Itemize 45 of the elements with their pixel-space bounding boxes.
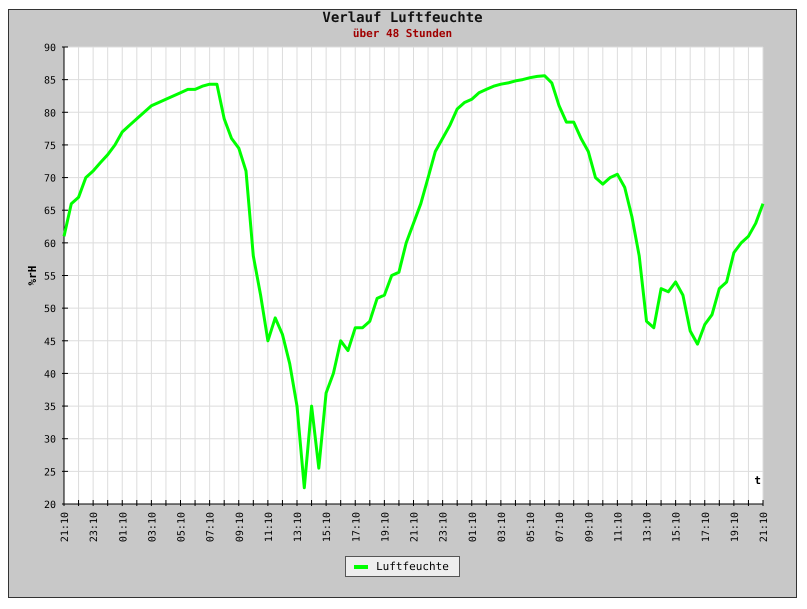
y-tick-label: 20 — [44, 500, 56, 511]
legend-label: Luftfeuchte — [376, 560, 449, 573]
x-tick-label: 07:10 — [206, 512, 217, 542]
x-tick-label: 19:10 — [380, 512, 392, 542]
y-tick-label: 30 — [44, 434, 56, 446]
x-tick-label: 19:10 — [730, 512, 741, 542]
y-tick-label: 55 — [44, 272, 56, 282]
y-tick-label: 85 — [44, 76, 56, 87]
x-tick-label: 17:10 — [700, 512, 712, 542]
y-tick-label: 45 — [44, 336, 56, 348]
x-tick-label: 23:10 — [438, 512, 450, 542]
x-axis-label: t — [754, 474, 761, 487]
x-tick-label: 15:10 — [322, 512, 334, 542]
x-tick-label: 07:10 — [555, 512, 566, 542]
y-tick-label: 90 — [44, 43, 56, 54]
x-tick-label: 01:10 — [468, 512, 479, 542]
x-tick-label: 03:10 — [496, 512, 508, 542]
x-tick-label: 21:10 — [410, 512, 420, 542]
y-tick-label: 50 — [44, 304, 56, 316]
x-tick-label: 15:10 — [672, 512, 683, 542]
x-tick-label: 05:10 — [526, 512, 537, 542]
y-tick-label: 75 — [44, 140, 56, 152]
y-tick-label: 35 — [44, 402, 56, 414]
x-tick-label: 09:10 — [584, 512, 596, 542]
y-tick-label: 70 — [44, 174, 56, 185]
x-tick-label: 01:10 — [118, 512, 130, 542]
y-tick-label: 65 — [44, 206, 56, 218]
chart-title: Verlauf Luftfeuchte — [322, 10, 483, 27]
y-tick-label: 80 — [44, 108, 56, 120]
x-tick-label: 21:10 — [759, 512, 770, 542]
y-tick-label: 60 — [44, 238, 56, 250]
x-tick-label: 17:10 — [351, 512, 362, 542]
y-tick-label: 25 — [44, 467, 56, 478]
chart-subtitle: über 48 Stunden — [352, 27, 452, 41]
y-tick-label: 40 — [44, 369, 56, 380]
x-tick-label: 13:10 — [293, 512, 304, 542]
x-tick-label: 05:10 — [176, 512, 188, 542]
y-axis-label: %rH — [26, 266, 39, 286]
x-tick-label: 09:10 — [234, 512, 246, 542]
x-tick-label: 03:10 — [147, 512, 158, 542]
x-tick-label: 11:10 — [264, 512, 275, 542]
x-tick-label: 23:10 — [89, 512, 100, 542]
x-tick-label: 13:10 — [642, 512, 654, 542]
x-tick-label: 11:10 — [613, 512, 624, 542]
x-tick-label: 21:10 — [60, 512, 71, 542]
